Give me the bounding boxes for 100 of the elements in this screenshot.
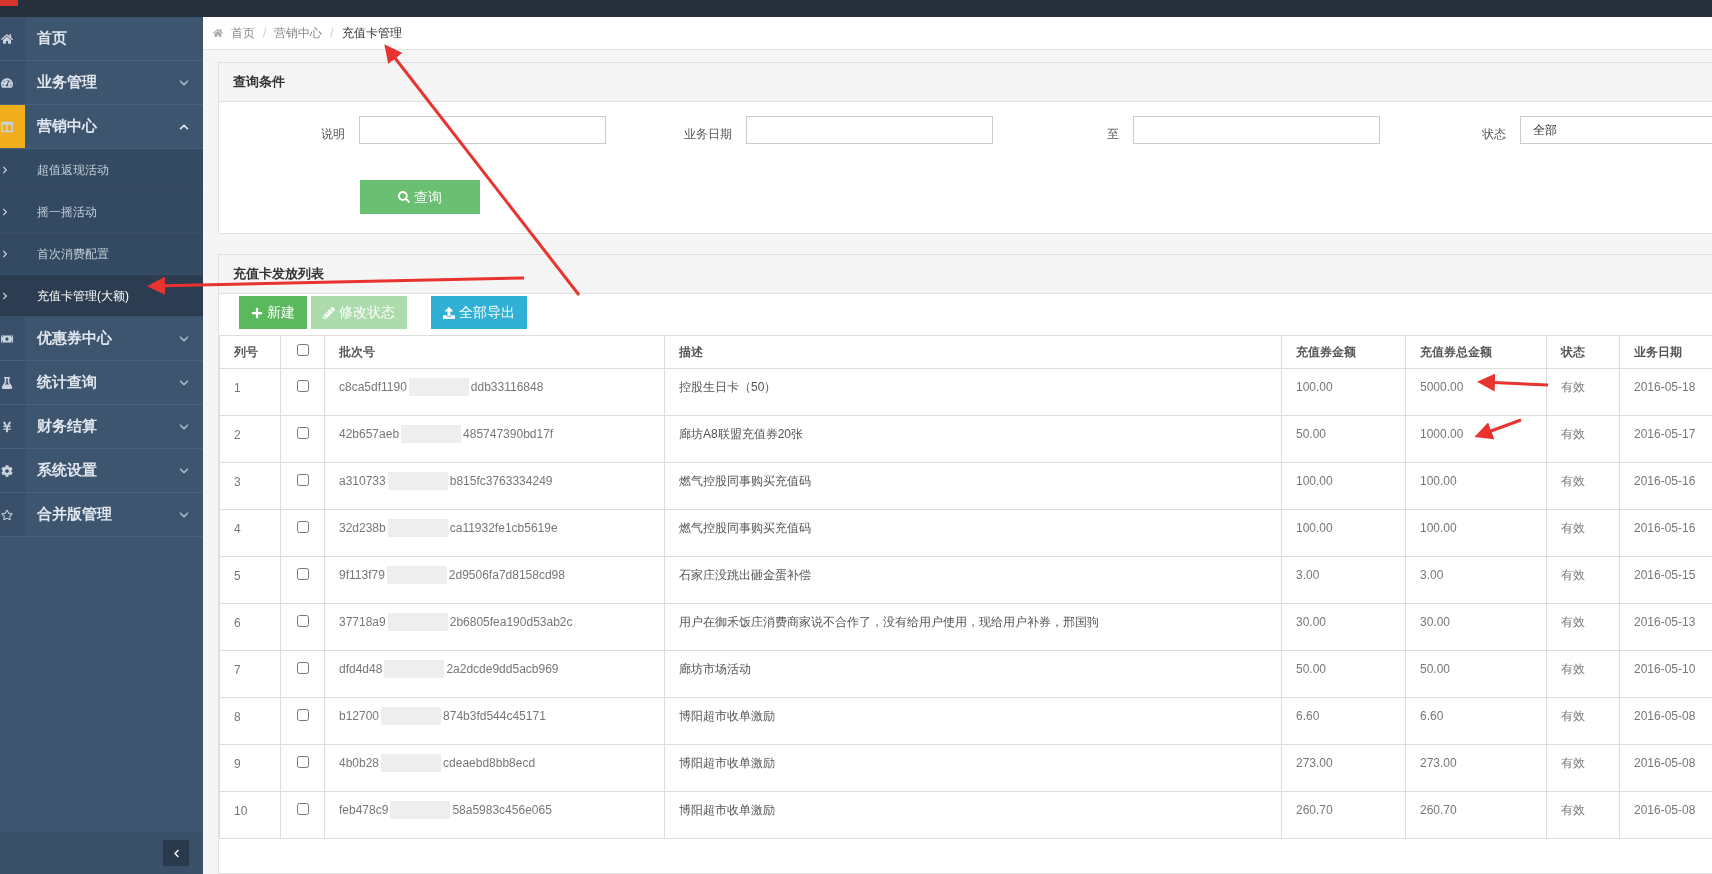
table-cell-text: ddb33116848: [470, 379, 544, 396]
table-cell: 2016-05-13: [1634, 615, 1696, 629]
row-checkbox[interactable]: [297, 568, 309, 580]
table-cell-text: 9f113f79: [339, 567, 385, 584]
table-cell: 有效: [1561, 615, 1585, 629]
table-cell: 50.00: [1420, 662, 1451, 676]
breadcrumb-separator: /: [263, 25, 267, 42]
table-cell-text: cdeaebd8bb8ecd: [443, 755, 536, 772]
table-cell: 2016-05-18: [1634, 380, 1696, 394]
table-cell: 5000.00: [1420, 380, 1464, 394]
table-cell: 1: [234, 381, 241, 395]
table-cell: 2016-05-16: [1634, 474, 1696, 488]
table-cell: 石家庄没跳出砸金蛋补偿: [679, 568, 811, 582]
table-cell: 8: [234, 710, 241, 724]
table-cell: 控股生日卡（50）: [679, 380, 777, 394]
column-header: 充值券金额: [1296, 345, 1356, 359]
panel-title: 查询条件: [233, 73, 285, 92]
table-cell: 9: [234, 757, 241, 771]
breadcrumb-link[interactable]: 首页: [231, 24, 255, 42]
sidebar-item[interactable]: 财务结算: [25, 405, 203, 448]
table-cell: 6.60: [1420, 709, 1444, 723]
row-checkbox[interactable]: [297, 380, 309, 392]
table-cell-text: 4b0b28: [339, 755, 380, 772]
table-cell-text: b815fc3763334249: [449, 473, 553, 490]
row-checkbox[interactable]: [297, 709, 309, 721]
input-field[interactable]: [746, 116, 993, 144]
input-field[interactable]: [1133, 116, 1380, 144]
input-field[interactable]: [359, 116, 606, 144]
row-checkbox[interactable]: [297, 756, 309, 768]
table-cell: 2: [234, 428, 241, 442]
table-cell: 5: [234, 569, 241, 583]
table-cell-text: 485747390bd17f: [463, 426, 554, 443]
breadcrumb-link[interactable]: 充值卡管理: [341, 24, 402, 42]
sidebar-item[interactable]: 首页: [25, 17, 203, 60]
table-cell: 3.00: [1420, 568, 1444, 582]
sidebar-item[interactable]: 营销中心: [25, 105, 203, 148]
column-header: 批次号: [339, 345, 375, 359]
table-cell: 273.00: [1296, 756, 1333, 770]
table-cell: 4: [234, 522, 241, 536]
chevron-right-icon: [0, 249, 9, 258]
table-cell-text: 2a2dcde9dd5acb969: [446, 661, 559, 678]
table-cell: 2016-05-15: [1634, 568, 1696, 582]
collapse-button[interactable]: [163, 840, 189, 866]
table-cell: 燃气控股同事购买充值码: [679, 474, 811, 488]
field-label: 说明: [320, 126, 346, 143]
table-cell-text: 874b3fd544c45171: [443, 708, 546, 725]
table-cell: 有效: [1561, 709, 1585, 723]
sidebar-item[interactable]: 业务管理: [25, 61, 203, 104]
columns-icon: [0, 120, 13, 133]
column-header: 描述: [679, 345, 703, 359]
table-cell: 1000.00: [1420, 427, 1464, 441]
breadcrumb-link[interactable]: 营销中心: [274, 24, 323, 42]
row-checkbox[interactable]: [297, 803, 309, 815]
table-cell: 100.00: [1296, 521, 1333, 535]
star-icon: [0, 508, 13, 521]
chevron-left-icon: [171, 848, 181, 858]
table-cell-text: b12700: [339, 708, 380, 725]
table-cell: 6: [234, 616, 241, 630]
table-cell: 2016-05-08: [1634, 756, 1696, 770]
table-cell: 3: [234, 475, 241, 489]
table-cell: 50.00: [1296, 662, 1327, 676]
sidebar-item[interactable]: 统计查询: [25, 361, 203, 404]
row-checkbox[interactable]: [297, 615, 309, 627]
select-all-checkbox[interactable]: [297, 344, 309, 356]
row-checkbox[interactable]: [297, 427, 309, 439]
pencil-icon: [323, 306, 335, 319]
table-cell-text: 32d238b: [339, 520, 386, 537]
row-checkbox[interactable]: [297, 662, 309, 674]
field-label: 业务日期: [683, 126, 733, 143]
table-cell: 有效: [1561, 521, 1585, 535]
banknote-icon: [0, 332, 13, 345]
annotation-arrow: [1474, 418, 1522, 440]
table-cell: 100.00: [1296, 380, 1333, 394]
sidebar-item[interactable]: 优惠券中心: [25, 317, 203, 360]
column-header: 充值券总金额: [1420, 345, 1492, 359]
table-cell-text: 2b6805fea190d53ab2c: [449, 614, 573, 631]
table-cell: 燃气控股同事购买充值码: [679, 521, 811, 535]
row-checkbox[interactable]: [297, 474, 309, 486]
chevron-right-icon: [0, 207, 9, 216]
upload-icon: [443, 306, 455, 319]
row-checkbox[interactable]: [297, 521, 309, 533]
table-cell: 260.70: [1296, 803, 1333, 817]
table-cell: 3.00: [1296, 568, 1320, 582]
settings-icon: [0, 464, 13, 477]
table-cell: 有效: [1561, 568, 1585, 582]
status-select[interactable]: 全部: [1520, 116, 1712, 144]
table-cell-text: feb478c9: [339, 802, 389, 819]
table-cell: 100.00: [1420, 474, 1457, 488]
sidebar-item[interactable]: 合并版管理: [25, 493, 203, 536]
table-cell: 2016-05-08: [1634, 709, 1696, 723]
table-cell: 有效: [1561, 662, 1585, 676]
table-cell: 6.60: [1296, 709, 1320, 723]
home-icon: [213, 28, 223, 38]
gauge-icon: [0, 76, 13, 89]
column-header: 列号: [234, 345, 258, 359]
table-cell: 有效: [1561, 427, 1585, 441]
sidebar-item[interactable]: 系统设置: [25, 449, 203, 492]
table-cell: 有效: [1561, 803, 1585, 817]
field-label: 至: [1106, 126, 1120, 143]
table-cell-text: ca11932fe1cb5619e: [449, 520, 558, 537]
